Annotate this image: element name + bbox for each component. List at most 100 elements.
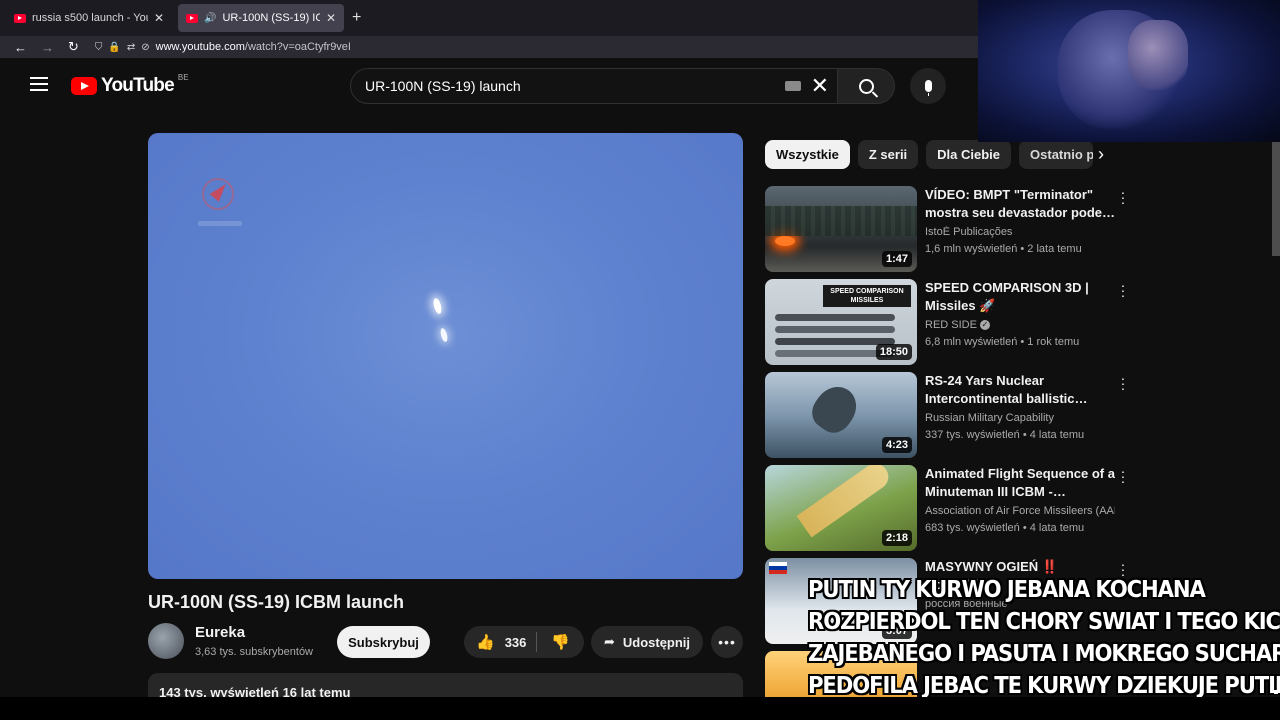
recommendation-channel[interactable]: Russian Military Capability — [925, 412, 1115, 424]
new-tab-button[interactable]: + — [352, 9, 361, 27]
chip-for-you[interactable]: Dla Ciebie — [926, 140, 1012, 169]
address-bar[interactable]: ⛉ 🔒 ⇄ ⊘ www.youtube.com/watch?v=oaCtyfr9… — [95, 41, 351, 53]
recommendation-meta: 683 tys. wyświetleń • 4 lata temu — [925, 522, 1085, 534]
browser-navbar: ← → ↻ ⛉ 🔒 ⇄ ⊘ www.youtube.com/watch?v=oa… — [0, 36, 980, 58]
recommendation-channel[interactable]: RED SIDE ✓ — [925, 319, 1115, 331]
share-icon: ➦ — [603, 634, 615, 649]
blocked-media-icon: ⊘ — [141, 41, 150, 53]
share-button[interactable]: ➦ Udostępnij — [591, 626, 703, 658]
kebab-menu-icon[interactable]: · · · — [1117, 278, 1129, 302]
recommendation-title[interactable]: VÍDEO: BMPT "Terminator" mostra seu deva… — [925, 186, 1115, 222]
youtube-favicon-icon — [14, 13, 26, 23]
caption-line: ROZPIERDOL TEN CHORY SWIAT I TEGO KICKA — [808, 609, 1280, 635]
caption-line: PUTIN TY KURWO JEBANA KOCHANA — [808, 577, 1206, 603]
thumbs-down-icon: 👎 — [551, 634, 570, 651]
browser-tabbar: russia s500 launch - YouTube ✕ 🔊 UR-100N… — [0, 0, 980, 36]
chip-series[interactable]: Z serii — [857, 140, 919, 169]
subscriber-count: 3,63 tys. subskrybentów — [195, 646, 314, 658]
tab-ur100n[interactable]: 🔊 UR-100N (SS-19) ICBM laun ✕ — [178, 4, 344, 32]
streamer-hand — [1128, 20, 1188, 90]
duration-badge: 1:47 — [881, 251, 912, 267]
youtube-favicon-icon — [186, 13, 198, 23]
search-input[interactable] — [365, 78, 785, 94]
more-actions-button[interactable]: ••• — [711, 626, 743, 658]
rocket-flare — [439, 327, 449, 343]
channel-avatar[interactable] — [148, 623, 184, 659]
permissions-icon: ⇄ — [126, 41, 136, 53]
youtube-header: YouTube BE ✕ — [0, 58, 980, 114]
search-icon — [858, 78, 874, 94]
share-label: Udostępnij — [622, 634, 691, 650]
chip-all[interactable]: Wszystkie — [765, 140, 850, 169]
channel-owner: Eureka 3,63 tys. subskrybentów — [148, 623, 313, 659]
voice-search-button[interactable] — [910, 68, 946, 104]
tab-label: russia s500 launch - YouTube — [32, 12, 148, 24]
url-path: /watch?v=oaCtyfr9veI — [244, 41, 351, 53]
kebab-menu-icon[interactable]: · · · — [1117, 371, 1129, 395]
recommendation-meta: 337 tys. wyświetleń • 4 lata temu — [925, 429, 1085, 441]
keyboard-icon[interactable] — [784, 81, 801, 91]
video-player[interactable] — [148, 133, 743, 579]
recommendation-item[interactable]: 2:18 Animated Flight Sequence of a Minut… — [765, 464, 1135, 552]
corner-dot — [1274, 690, 1278, 694]
duration-badge: 4:23 — [881, 437, 912, 453]
kebab-menu-icon[interactable]: · · · — [1117, 185, 1129, 209]
channel-label: RED SIDE — [925, 319, 977, 331]
chevron-right-icon[interactable]: › — [1098, 144, 1104, 165]
video-title: UR-100N (SS-19) ICBM launch — [148, 592, 405, 612]
duration-badge: 2:18 — [881, 530, 912, 546]
recommendation-meta: 6,8 mln wyświetleń • 1 rok temu — [925, 336, 1080, 348]
video-thumbnail[interactable]: 4:23 — [765, 372, 917, 458]
tab-close-icon[interactable]: ✕ — [326, 11, 336, 25]
video-thumbnail[interactable]: SPEED COMPARISON MISSILES 18:50 — [765, 279, 917, 365]
channel-name[interactable]: Eureka — [195, 624, 313, 641]
tab-russia-s500[interactable]: russia s500 launch - YouTube ✕ — [6, 4, 172, 32]
thumbs-up-icon: 👍 — [476, 634, 495, 651]
clear-search-icon[interactable]: ✕ — [811, 75, 829, 97]
tab-label: UR-100N (SS-19) ICBM laun — [222, 12, 320, 24]
speaker-icon[interactable]: 🔊 — [204, 13, 216, 24]
url-host: www.youtube.com — [155, 41, 245, 53]
logo-text: YouTube — [101, 75, 175, 96]
tab-close-icon[interactable]: ✕ — [154, 11, 164, 25]
chip-recent[interactable]: Ostatnio prz — [1019, 140, 1094, 169]
recommendation-item[interactable]: 4:23 RS-24 Yars Nuclear Intercontinental… — [765, 371, 1135, 459]
recommendation-title[interactable]: RS-24 Yars Nuclear Intercontinental ball… — [925, 372, 1115, 408]
like-button[interactable]: 👍 336 — [464, 633, 536, 651]
recommendation-item[interactable]: 1:47 VÍDEO: BMPT "Terminator" mostra seu… — [765, 185, 1135, 273]
kebab-menu-icon[interactable]: · · · — [1117, 464, 1129, 488]
scrollbar-thumb[interactable] — [1272, 142, 1280, 256]
recommendation-channel[interactable]: Association of Air Force Missileers (AAF… — [925, 505, 1115, 517]
like-count: 336 — [504, 634, 527, 650]
forward-button[interactable]: → — [41, 40, 54, 55]
back-button[interactable]: ← — [14, 40, 27, 55]
menu-icon[interactable] — [30, 77, 48, 91]
recommendation-channel[interactable]: IstoÉ Publicações — [925, 226, 1115, 238]
watermark-text — [198, 221, 242, 226]
like-dislike-group: 👍 336 👎 — [464, 626, 584, 658]
caption-overlay: PUTIN TY KURWO JEBANA KOCHANA ROZPIERDOL… — [808, 574, 1280, 702]
youtube-play-icon — [71, 77, 97, 95]
rocket-flare — [432, 297, 443, 315]
recommendation-item[interactable]: SPEED COMPARISON MISSILES 18:50 SPEED CO… — [765, 278, 1135, 366]
url-text: www.youtube.com/watch?v=oaCtyfr9veI — [156, 41, 351, 53]
search-button[interactable] — [837, 68, 895, 104]
video-thumbnail[interactable]: 1:47 — [765, 186, 917, 272]
russian-flag-icon — [769, 562, 787, 574]
subscribe-button[interactable]: Subskrybuj — [337, 626, 430, 658]
roscosmos-watermark-icon — [202, 178, 234, 210]
reload-button[interactable]: ↻ — [68, 39, 79, 55]
lock-icon: 🔒 — [108, 41, 121, 53]
caption-line: ZAJEBANEGO I PASUTA I MOKREGO SUCHARA — [808, 641, 1280, 667]
duration-badge: 18:50 — [875, 344, 912, 360]
filter-chips: Wszystkie Z serii Dla Ciebie Ostatnio pr… — [765, 140, 1094, 169]
bottom-black-bar — [0, 697, 1280, 720]
verified-icon: ✓ — [979, 320, 990, 331]
recommendation-title[interactable]: Animated Flight Sequence of a Minuteman … — [925, 465, 1115, 501]
video-thumbnail[interactable]: 2:18 — [765, 465, 917, 551]
recommendation-title[interactable]: SPEED COMPARISON 3D | Missiles 🚀 — [925, 279, 1115, 315]
microphone-icon — [924, 80, 932, 96]
dislike-button[interactable]: 👎 — [537, 633, 584, 651]
youtube-logo[interactable]: YouTube BE — [71, 73, 189, 97]
webcam-overlay — [978, 0, 1280, 142]
